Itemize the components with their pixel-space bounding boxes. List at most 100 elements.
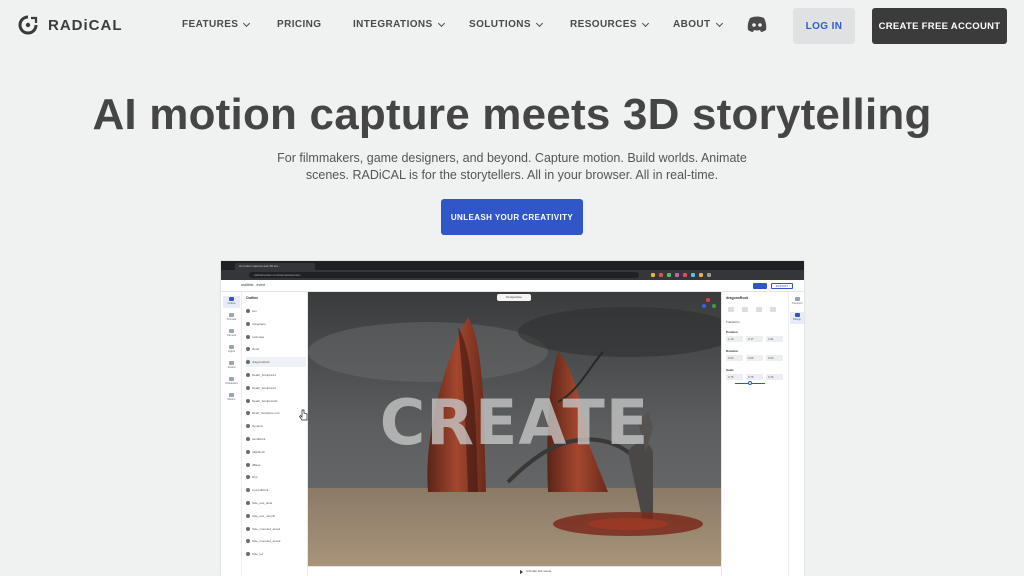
app-right-rail: Transport Design [788, 292, 804, 576]
transport-icon [794, 297, 800, 301]
rail-motion-label: Motion [227, 398, 236, 401]
light-icon [229, 345, 234, 349]
outline-item: rabbRock [246, 447, 306, 457]
login-button[interactable]: LOG IN [793, 8, 855, 44]
hero-subtitle: For filmmakers, game designers, and beyo… [277, 151, 747, 182]
brand-name: RADiCAL [48, 16, 123, 34]
object-icon [246, 347, 250, 352]
timeline-bar: Animate this scene [308, 566, 721, 576]
outline-item: syncedRock [246, 485, 306, 495]
rail-outline: Outline [223, 296, 240, 308]
chevron-down-icon [641, 19, 649, 27]
rail-lights: Lights [223, 344, 240, 356]
create-free-account-button[interactable]: CREATE FREE ACCOUNT [872, 8, 1007, 44]
outline-item-label: hide_rest_lacel [252, 501, 273, 505]
move-icon [728, 307, 734, 312]
scale-x: 0.76 [726, 374, 743, 380]
hero-title: AI motion capture meets 3D storytelling [92, 90, 932, 139]
extension-icon [699, 273, 703, 277]
rotation-label: Rotation [726, 349, 739, 353]
app-preview: AI motion capture and 3D scr... radicalm… [221, 261, 804, 576]
nav-integrations-label: INTEGRATIONS [353, 19, 433, 30]
outline-item: hide_rest_rampD [246, 511, 306, 521]
nav-resources-label: RESOURCES [570, 19, 637, 30]
position-x: 1.10 [726, 336, 743, 342]
outline-item-label: Death_Sculpture2 [252, 385, 277, 390]
radical-logo-icon [18, 15, 38, 35]
outline-item-label: hide_ref [252, 552, 263, 557]
outline-item-label: rabbRock [252, 449, 265, 454]
outline-item: sandRock [246, 434, 306, 444]
object-icon [246, 526, 250, 531]
object-icon [246, 360, 250, 365]
selected-object-title: dragonsRock [726, 296, 749, 300]
outline-item-label: box [252, 309, 257, 313]
object-icon [246, 462, 250, 467]
scale-z: 0.76 [766, 374, 783, 380]
outline-item: hide_ref [246, 549, 306, 559]
scale-icon [756, 307, 762, 312]
rail-design: Design [790, 312, 804, 324]
outline-item: Death_Sculpture2 [246, 383, 306, 393]
object-icon [246, 309, 250, 313]
project-title: realtime - event [241, 283, 266, 287]
character-icon [229, 377, 234, 381]
outline-item: dragonsRock [246, 357, 306, 368]
position-y: 0.17 [746, 336, 763, 342]
nav-solutions[interactable]: SOLUTIONS [469, 19, 543, 30]
outline-item-label: hide_mounted_area2 [252, 539, 281, 544]
nav-features[interactable]: FEATURES [182, 19, 251, 30]
outline-item: hide_mounted_area1 [246, 524, 306, 534]
outline-item: rock tape [246, 332, 306, 342]
nav-pricing[interactable]: PRICING [277, 19, 321, 30]
outline-item: Death_Sculpture1 [246, 370, 306, 380]
extension-icon [707, 273, 711, 277]
discord-icon[interactable] [746, 15, 768, 33]
nav-integrations[interactable]: INTEGRATIONS [353, 19, 445, 30]
object-icon [246, 424, 250, 429]
outline-item-label: sandRock [252, 437, 266, 441]
outline-item-label: dBase [252, 462, 261, 467]
share-button [753, 283, 767, 289]
design-icon [794, 313, 800, 317]
rail-transport: Transport [790, 296, 804, 308]
play-icon [520, 570, 523, 574]
nav-about-label: ABOUT [673, 19, 711, 30]
animate-icon [229, 313, 234, 317]
nav-solutions-label: SOLUTIONS [469, 19, 531, 30]
browser-tab-strip: AI motion capture and 3D scr... [221, 261, 804, 270]
rail-lights-label: Lights [228, 350, 235, 353]
rail-design-label: Design [792, 318, 802, 321]
nav-resources[interactable]: RESOURCES [570, 19, 649, 30]
object-icon [246, 385, 250, 390]
outline-item: cubeplane [246, 319, 306, 329]
object-icon [246, 437, 250, 441]
3d-viewport: Perspective CREATE [308, 292, 721, 566]
nav-about[interactable]: ABOUT [673, 19, 723, 30]
extension-icon [651, 273, 655, 277]
rail-animate: Animate [223, 312, 240, 324]
outline-item: ship [246, 472, 306, 482]
outline-item-label: hide_mounted_area1 [252, 526, 281, 531]
brand-logo[interactable]: RADiCAL [18, 15, 123, 35]
unleash-creativity-button[interactable]: UNLEASH YOUR CREATIVITY [441, 199, 583, 235]
outline-title: Outline [246, 296, 259, 300]
delete-icon [770, 307, 776, 312]
export-button: EXPORT [771, 283, 793, 289]
object-icon [246, 449, 250, 454]
scale-slider-handle [748, 381, 752, 385]
viewport-mode-dropdown: Perspective [497, 294, 531, 301]
rail-transport-label: Transport [791, 302, 803, 305]
browser-toolbar: radicalmotion.com/canvas/scenes/... [221, 270, 804, 280]
object-icon [246, 513, 250, 518]
properties-panel: dragonsRock Transform Position 1.10 0.17… [721, 292, 788, 576]
object-icon [246, 552, 250, 557]
object-icon [246, 373, 250, 377]
outline-icon [229, 297, 234, 301]
transform-label: Transform [726, 320, 740, 324]
camera-icon [229, 329, 234, 333]
rail-motion: Motion [223, 392, 240, 404]
rail-characters-label: Characters [225, 382, 238, 385]
nav-features-label: FEATURES [182, 19, 239, 30]
top-nav: RADiCAL FEATURES PRICING INTEGRATIONS SO… [0, 0, 1024, 52]
